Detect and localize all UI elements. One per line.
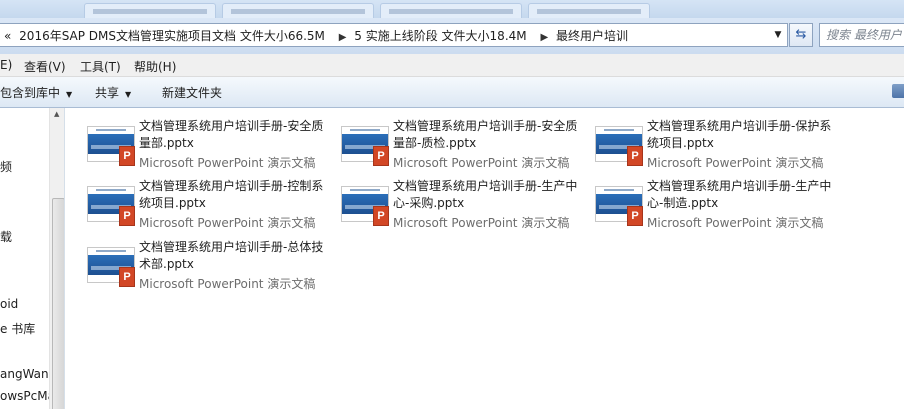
browser-tab-strip bbox=[0, 0, 904, 18]
nav-item-user-folder[interactable]: angWan bbox=[0, 367, 49, 381]
nav-item-videos[interactable]: 频 bbox=[0, 158, 12, 175]
scroll-up-icon[interactable]: ▲ bbox=[54, 110, 59, 118]
menu-edit[interactable]: E) bbox=[0, 58, 12, 72]
search-input[interactable]: 搜索 最终用户 bbox=[819, 23, 904, 47]
file-name: 文档管理系统用户培训手册-生产中心-采购.pptx bbox=[393, 179, 578, 210]
include-in-library-button[interactable]: 包含到库中 ▼ bbox=[0, 84, 72, 101]
change-view-icon[interactable] bbox=[892, 84, 904, 98]
powerpoint-icon: P bbox=[119, 206, 135, 226]
breadcrumb-separator-icon[interactable]: ▶ bbox=[339, 32, 347, 43]
menu-tools[interactable]: 工具(T) bbox=[80, 58, 121, 75]
file-name: 文档管理系统用户培训手册-安全质量部.pptx bbox=[139, 119, 324, 150]
breadcrumb-separator-icon[interactable]: ▶ bbox=[540, 32, 548, 43]
chevron-down-icon: ▼ bbox=[66, 90, 73, 99]
navigation-pane: 频 载 oid e 书库 angWan owsPcMa ▲ bbox=[0, 108, 65, 409]
new-folder-button[interactable]: 新建文件夹 bbox=[162, 84, 222, 101]
powerpoint-icon: P bbox=[627, 146, 643, 166]
file-tile[interactable]: P 文档管理系统用户培训手册-控制系统项目.pptx Microsoft Pow… bbox=[87, 178, 337, 234]
powerpoint-icon: P bbox=[373, 146, 389, 166]
file-name: 文档管理系统用户培训手册-控制系统项目.pptx bbox=[139, 179, 324, 210]
refresh-icon[interactable]: ⇆ bbox=[789, 23, 813, 47]
nav-item-downloads[interactable]: 载 bbox=[0, 228, 12, 245]
powerpoint-icon: P bbox=[373, 206, 389, 226]
menu-help[interactable]: 帮助(H) bbox=[134, 58, 176, 75]
background-window-tab bbox=[84, 3, 216, 18]
background-window-tab bbox=[222, 3, 374, 18]
command-bar: 包含到库中 ▼ 共享 ▼ 新建文件夹 bbox=[0, 77, 904, 108]
file-type: Microsoft PowerPoint 演示文稿 bbox=[647, 156, 824, 170]
menu-view[interactable]: 查看(V) bbox=[24, 58, 66, 75]
file-tile[interactable]: P 文档管理系统用户培训手册-生产中心-采购.pptx Microsoft Po… bbox=[341, 178, 591, 234]
powerpoint-icon: P bbox=[119, 267, 135, 287]
nav-item-windowspc[interactable]: owsPcMa bbox=[0, 389, 55, 403]
file-name: 文档管理系统用户培训手册-安全质量部-质检.pptx bbox=[393, 119, 578, 150]
file-tile[interactable]: P 文档管理系统用户培训手册-安全质量部-质检.pptx Microsoft P… bbox=[341, 118, 591, 174]
share-label: 共享 bbox=[95, 86, 120, 100]
breadcrumb-item-project-docs[interactable]: 2016年SAP DMS文档管理实施项目文档 文件大小66.5M bbox=[19, 29, 325, 43]
include-in-library-label: 包含到库中 bbox=[0, 86, 61, 100]
nav-item-ebook-library[interactable]: e 书库 bbox=[0, 320, 35, 337]
file-type: Microsoft PowerPoint 演示文稿 bbox=[139, 156, 316, 170]
chevron-down-icon: ▼ bbox=[125, 90, 132, 99]
nav-scrollbar-thumb[interactable] bbox=[52, 198, 64, 409]
address-bar[interactable]: « 2016年SAP DMS文档管理实施项目文档 文件大小66.5M ▶ 5 实… bbox=[0, 23, 788, 47]
file-type: Microsoft PowerPoint 演示文稿 bbox=[139, 277, 316, 291]
file-tile[interactable]: P 文档管理系统用户培训手册-总体技术部.pptx Microsoft Powe… bbox=[87, 239, 337, 295]
file-type: Microsoft PowerPoint 演示文稿 bbox=[393, 156, 570, 170]
address-history-dropdown-icon[interactable]: ▼ bbox=[769, 24, 787, 46]
background-window-tab bbox=[528, 3, 650, 18]
address-row: « 2016年SAP DMS文档管理实施项目文档 文件大小66.5M ▶ 5 实… bbox=[0, 18, 904, 54]
file-list: P 文档管理系统用户培训手册-安全质量部.pptx Microsoft Powe… bbox=[66, 108, 904, 409]
file-tile[interactable]: P 文档管理系统用户培训手册-生产中心-制造.pptx Microsoft Po… bbox=[595, 178, 845, 234]
breadcrumb-item-go-live-phase[interactable]: 5 实施上线阶段 文件大小18.4M bbox=[354, 29, 526, 43]
powerpoint-icon: P bbox=[119, 146, 135, 166]
file-name: 文档管理系统用户培训手册-生产中心-制造.pptx bbox=[647, 179, 832, 210]
powerpoint-icon: P bbox=[627, 206, 643, 226]
file-type: Microsoft PowerPoint 演示文稿 bbox=[393, 216, 570, 230]
file-type: Microsoft PowerPoint 演示文稿 bbox=[647, 216, 824, 230]
file-tile[interactable]: P 文档管理系统用户培训手册-保护系统项目.pptx Microsoft Pow… bbox=[595, 118, 845, 174]
file-name: 文档管理系统用户培训手册-保护系统项目.pptx bbox=[647, 119, 832, 150]
share-button[interactable]: 共享 ▼ bbox=[95, 84, 131, 101]
menu-bar: E) 查看(V) 工具(T) 帮助(H) bbox=[0, 54, 904, 77]
file-tile[interactable]: P 文档管理系统用户培训手册-安全质量部.pptx Microsoft Powe… bbox=[87, 118, 337, 174]
background-window-tab bbox=[380, 3, 522, 18]
file-name: 文档管理系统用户培训手册-总体技术部.pptx bbox=[139, 240, 324, 271]
nav-scrollbar[interactable]: ▲ bbox=[49, 108, 64, 409]
breadcrumb: « 2016年SAP DMS文档管理实施项目文档 文件大小66.5M ▶ 5 实… bbox=[4, 27, 632, 44]
file-type: Microsoft PowerPoint 演示文稿 bbox=[139, 216, 316, 230]
breadcrumb-overflow-icon[interactable]: « bbox=[4, 29, 11, 43]
breadcrumb-item-end-user-training[interactable]: 最终用户培训 bbox=[556, 29, 628, 43]
nav-item-android[interactable]: oid bbox=[0, 297, 18, 311]
